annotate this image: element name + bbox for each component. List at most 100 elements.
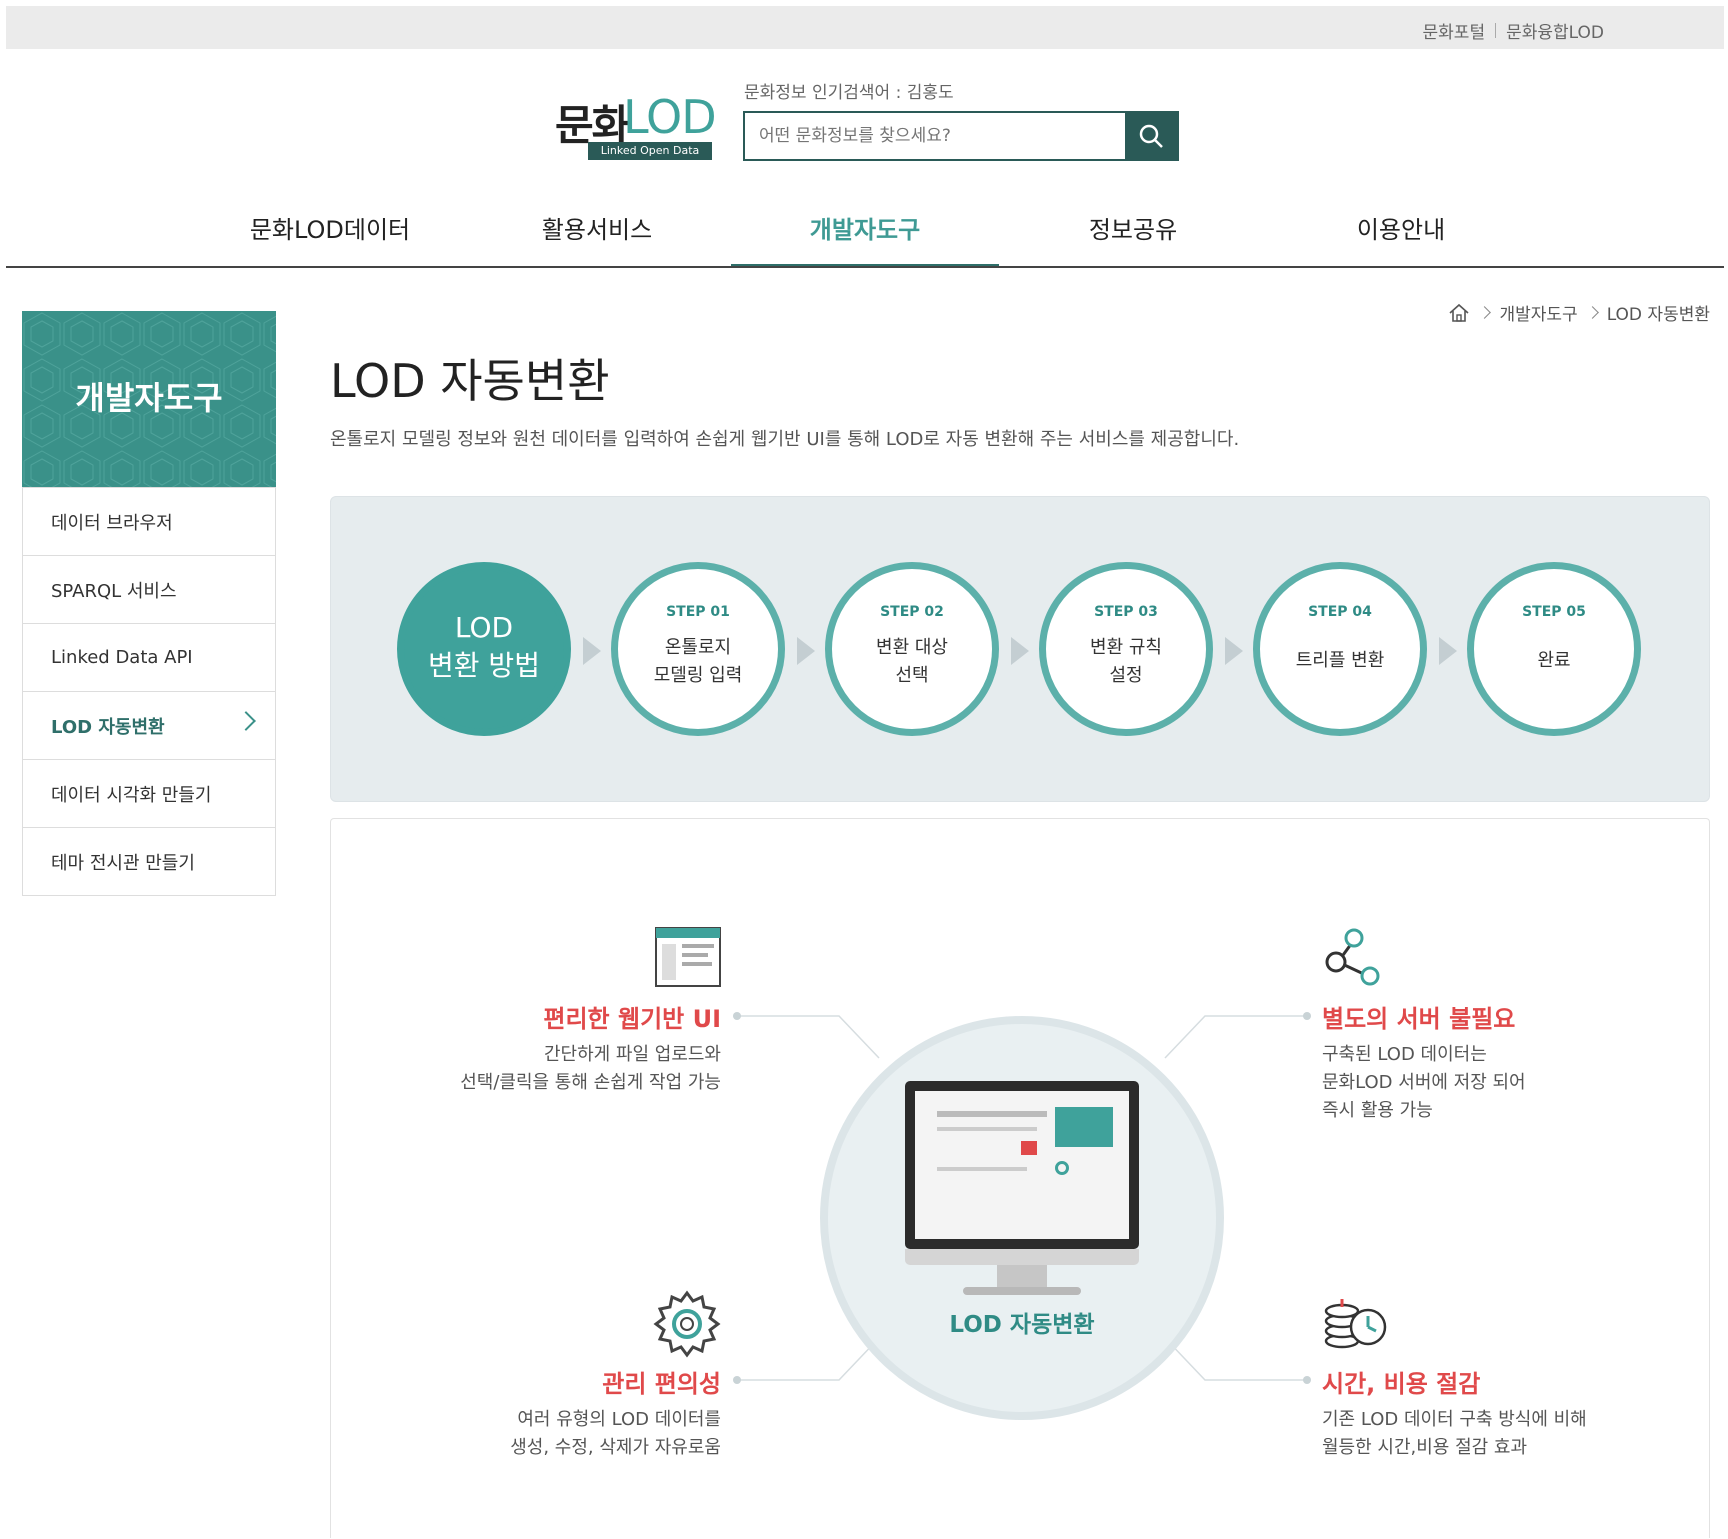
step-circle: STEP 04 트리플 변환 [1253,562,1427,736]
feature-section: LOD 자동변환 편리한 웹기반 UI 간단하게 파일 업로드와선택/클릭을 통… [330,818,1710,1538]
desc-line: 구축된 LOD 데이터는 [1322,1044,1487,1065]
feature-desc-management: 여러 유형의 LOD 데이터를생성, 수정, 삭제가 자유로움 [371,1406,721,1462]
desc-line: 기존 LOD 데이터 구축 방식에 비해 [1322,1409,1587,1430]
nav-divider [6,266,1724,268]
step-number: STEP 03 [1094,604,1158,620]
link-culture-portal[interactable]: 문화포털 [1423,18,1486,43]
sidebar-header: 개발자도구 [22,311,276,487]
arrow-right-icon [1225,637,1243,665]
step-label: 변환 대상 [876,637,948,658]
arrow-right-icon [583,637,601,665]
step-label: 설정 [1109,665,1143,686]
search-box [743,111,1179,161]
intro-line-1: LOD [454,611,514,644]
feature-desc-cost: 기존 LOD 데이터 구축 방식에 비해월등한 시간,비용 절감 효과 [1322,1406,1702,1462]
popular-search-label[interactable]: 문화정보 인기검색어 : 김홍도 [744,78,954,103]
page-title: LOD 자동변환 [330,354,610,408]
step-label: 온톨로지 [664,637,732,658]
screen-badge [1055,1161,1069,1175]
sidebar-item-data-browser[interactable]: 데이터 브라우저 [23,487,275,555]
screen-line [937,1127,1037,1131]
nav-services[interactable]: 활용서비스 [463,210,731,245]
sidebar-item-label: LOD 자동변환 [51,716,165,738]
nav-developer-tools[interactable]: 개발자도구 [731,210,999,245]
breadcrumb-current: LOD 자동변환 [1606,305,1710,325]
feature-title-web-ui: 편리한 웹기반 UI [543,1005,721,1033]
divider [1495,23,1497,38]
step-number: STEP 05 [1522,604,1586,620]
process-intro-circle: LOD 변환 방법 [397,562,571,736]
sidebar-item-linked-data-api[interactable]: Linked Data API [23,623,275,691]
share-icon [1325,928,1380,986]
nav-guide[interactable]: 이용안내 [1267,210,1535,245]
gear-icon [653,1290,721,1358]
sidebar-title: 개발자도구 [75,379,223,417]
sidebar-item-label: 데이터 브라우저 [51,512,173,534]
screen-line [937,1167,1027,1171]
feature-title-no-server: 별도의 서버 불필요 [1322,1005,1516,1033]
main-navigation: 문화LOD데이터 활용서비스 개발자도구 정보공유 이용안내 [0,190,1728,270]
monitor-display [915,1091,1129,1239]
sidebar-item-theme-exhibit[interactable]: 테마 전시관 만들기 [23,827,275,895]
desc-line: 여러 유형의 LOD 데이터를 [517,1409,721,1430]
sidebar-item-visualization[interactable]: 데이터 시각화 만들기 [23,759,275,827]
page-description: 온톨로지 모델링 정보와 원천 데이터를 입력하여 손쉽게 웹기반 UI를 통해… [330,429,1240,450]
arrow-right-icon [797,637,815,665]
site-logo[interactable]: 문화 LOD Linked Open Data [555,90,717,164]
feature-desc-no-server: 구축된 LOD 데이터는문화LOD 서버에 저장 되어즉시 활용 가능 [1322,1041,1682,1125]
screen-button [1021,1141,1037,1155]
step-label: 모델링 입력 [653,665,743,686]
monitor-chin [905,1249,1139,1265]
home-icon[interactable] [1448,303,1470,323]
sidebar-item-label: 테마 전시관 만들기 [51,852,195,874]
intro-line-2: 변환 방법 [428,649,540,682]
desc-line: 문화LOD 서버에 저장 되어 [1322,1072,1526,1093]
sidebar-item-lod-convert[interactable]: LOD 자동변환 [23,691,275,759]
desc-line: 생성, 수정, 삭제가 자유로움 [510,1437,721,1458]
link-culture-lod[interactable]: 문화융합LOD [1506,18,1604,43]
breadcrumb: 개발자도구 LOD 자동변환 [1448,300,1710,325]
cost-saving-icon [1324,1299,1387,1349]
chevron-right-icon [236,711,256,731]
breadcrumb-item[interactable]: 개발자도구 [1499,300,1577,325]
nav-lod-data[interactable]: 문화LOD데이터 [196,210,464,245]
sidebar-item-label: 데이터 시각화 만들기 [51,784,212,806]
feature-title-management: 관리 편의성 [602,1370,721,1398]
feature-desc-web-ui: 간단하게 파일 업로드와선택/클릭을 통해 손쉽게 작업 가능 [371,1041,721,1097]
monitor-screen [905,1081,1139,1249]
sidebar-item-sparql[interactable]: SPARQL 서비스 [23,555,275,623]
step-circle: STEP 01 온톨로지모델링 입력 [611,562,785,736]
monitor-base [963,1287,1081,1295]
desc-line: 월등한 시간,비용 절감 효과 [1322,1437,1528,1458]
step-number: STEP 02 [880,604,944,620]
search-button[interactable] [1125,113,1177,159]
chevron-right-icon [1585,306,1599,319]
screen-line [937,1111,1047,1117]
monitor-stand [997,1265,1047,1287]
step-label: 변환 규칙 [1090,637,1162,658]
arrow-right-icon [1439,637,1457,665]
desc-line: 간단하게 파일 업로드와 [543,1044,721,1065]
center-label: LOD 자동변환 [949,1312,1095,1338]
sidebar-item-label: Linked Data API [51,647,193,668]
utility-links: 문화포털 문화융합LOD [1423,18,1604,43]
screen-brand-block [1055,1107,1113,1147]
desc-line: 선택/클릭을 통해 손쉽게 작업 가능 [460,1072,721,1093]
feature-title-cost: 시간, 비용 절감 [1322,1370,1481,1398]
arrow-right-icon [1011,637,1029,665]
step-number: STEP 04 [1308,604,1372,620]
step-number: STEP 01 [666,604,730,620]
top-utility-bar: 문화포털 문화융합LOD [6,6,1724,49]
sidebar-menu: 데이터 브라우저 SPARQL 서비스 Linked Data API LOD … [22,487,276,896]
step-circle: STEP 03 변환 규칙설정 [1039,562,1213,736]
process-steps: LOD 변환 방법 STEP 01 온톨로지모델링 입력 STEP 02 변환 대… [330,496,1710,802]
search-icon [1139,124,1163,148]
nav-info-share[interactable]: 정보공유 [999,210,1267,245]
step-circle: STEP 05 완료 [1467,562,1641,736]
step-label: 트리플 변환 [1295,650,1385,671]
step-label: 완료 [1537,650,1571,671]
desc-line: 즉시 활용 가능 [1322,1100,1433,1121]
search-input[interactable] [745,113,1125,159]
logo-subtitle: Linked Open Data [588,142,712,160]
step-circle: STEP 02 변환 대상 선택 [825,562,999,736]
